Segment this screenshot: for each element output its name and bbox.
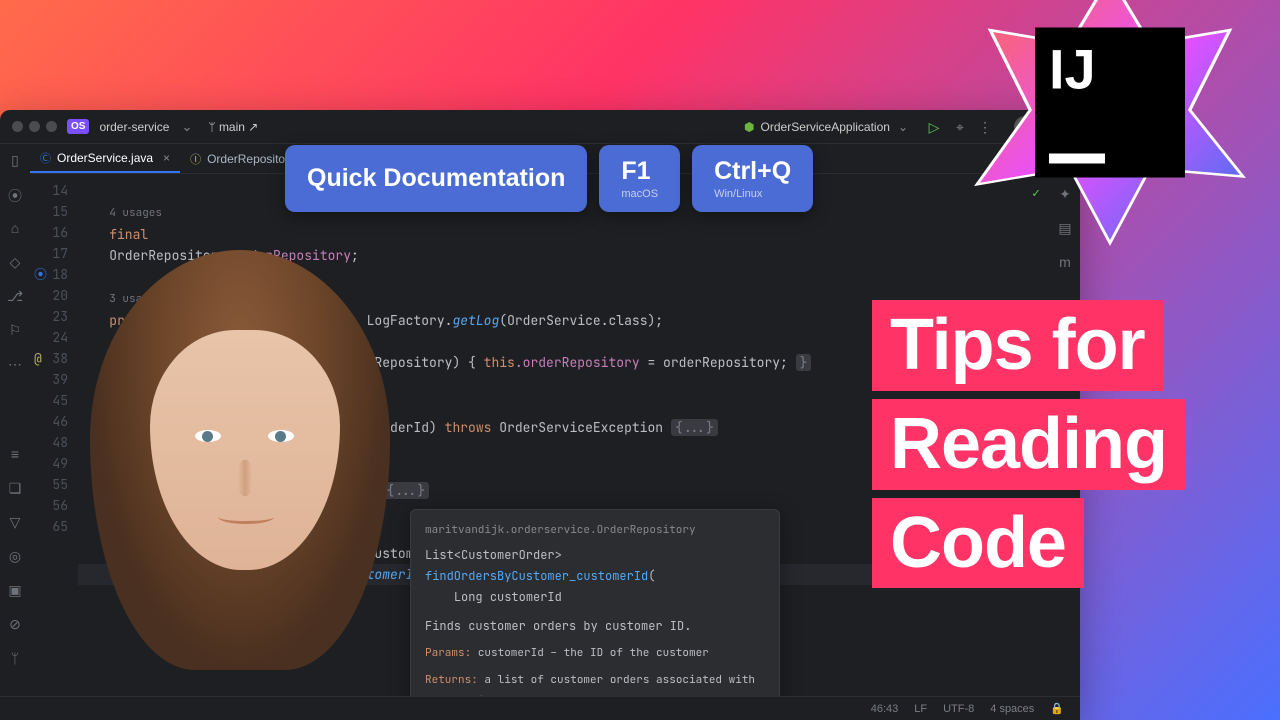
chevron-down-icon[interactable]: ⌄ — [181, 119, 192, 135]
shortcut-mac-label: macOS — [621, 188, 658, 200]
doc-package: maritvandijk.orderservice.OrderRepositor… — [425, 520, 765, 541]
intellij-logo-bar — [1049, 154, 1105, 164]
project-tool-icon[interactable]: ▯ — [7, 152, 23, 168]
readonly-lock-icon[interactable]: 🔒 — [1050, 702, 1064, 715]
window-close-icon[interactable] — [12, 121, 23, 132]
doc-returns-label: Returns: a list of customer orders assoc… — [425, 670, 765, 696]
window-max-icon[interactable] — [46, 121, 57, 132]
run-config-selector[interactable]: ⬢ OrderServiceApplication ⌄ — [736, 117, 916, 137]
services-tool-icon[interactable]: ◎ — [7, 548, 23, 564]
quick-doc-popup[interactable]: maritvandijk.orderservice.OrderRepositor… — [410, 509, 780, 696]
git-branch-name: main — [219, 120, 245, 134]
maven-tool-icon[interactable]: m — [1057, 254, 1073, 270]
project-badge: OS — [67, 119, 89, 134]
title-line-1: Tips for — [872, 300, 1163, 391]
line-separator[interactable]: LF — [914, 703, 927, 715]
more-tool-icon[interactable]: ⋯ — [7, 356, 23, 372]
run-button[interactable]: ▷ — [926, 119, 942, 135]
indent-setting[interactable]: 4 spaces — [990, 703, 1034, 715]
intellij-badge: IJ — [980, 0, 1240, 240]
left-tool-rail: ▯ ⦿ ⌂ ◇ ⎇ ⚐ ⋯ ≡ ❏ ▽ ◎ ▣ ⊘ ᛘ — [0, 144, 30, 696]
window-controls[interactable] — [12, 121, 57, 132]
run-config-label: OrderServiceApplication — [761, 120, 890, 134]
doc-description: Finds customer orders by customer ID. — [425, 616, 765, 637]
shortcut-win-card: Ctrl+Q Win/Linux — [692, 145, 813, 212]
chevron-down-icon: ⌄ — [898, 120, 908, 134]
doc-params-label: Params: customerId – the ID of the custo… — [425, 643, 765, 664]
gutter-override-icon[interactable]: @ — [34, 348, 42, 369]
title-line-2: Reading — [872, 399, 1185, 490]
shortcut-title: Quick Documentation — [307, 164, 565, 193]
debug-button[interactable]: ⌖ — [952, 119, 968, 135]
shortcut-callout: Quick Documentation F1 macOS Ctrl+Q Win/… — [285, 145, 813, 212]
git-tool-icon[interactable]: ᛘ — [7, 650, 23, 666]
shortcut-win-label: Win/Linux — [714, 188, 791, 200]
java-interface-icon: Ⓘ — [190, 151, 201, 167]
tab-orderservice[interactable]: Ⓒ OrderService.java × — [30, 144, 180, 173]
structure-tool-icon[interactable]: ⌂ — [7, 220, 23, 236]
learn-tool-icon[interactable]: ◇ — [7, 254, 23, 270]
tab-label: OrderService.java — [57, 151, 153, 165]
shortcut-mac-key: F1 — [621, 157, 658, 186]
intellij-logo-text: IJ — [1049, 42, 1171, 98]
file-encoding[interactable]: UTF-8 — [943, 703, 974, 715]
window-min-icon[interactable] — [29, 121, 40, 132]
shortcut-mac-card: F1 macOS — [599, 145, 680, 212]
problems-tool-icon[interactable]: ⊘ — [7, 616, 23, 632]
commit-tool-icon[interactable]: ⦿ — [7, 186, 23, 202]
shortcut-win-key: Ctrl+Q — [714, 157, 791, 186]
caret-position[interactable]: 46:43 — [871, 703, 899, 715]
layers-tool-icon[interactable]: ❏ — [7, 480, 23, 496]
gutter-run-icon[interactable]: ⦿ — [34, 264, 47, 285]
video-title: Tips for Reading Code — [872, 300, 1185, 588]
build-tool-icon[interactable]: ▽ — [7, 514, 23, 530]
ide-topbar: OS order-service ⌄ ᛘ main ↗ ⬢ OrderServi… — [0, 110, 1080, 144]
title-line-3: Code — [872, 498, 1084, 589]
vcs-tool-icon[interactable]: ⎇ — [7, 288, 23, 304]
close-icon[interactable]: × — [163, 151, 170, 165]
tool-icon[interactable]: ≡ — [7, 446, 23, 462]
doc-signature: List<CustomerOrder> findOrdersByCustomer… — [425, 545, 765, 608]
git-branch[interactable]: ᛘ main ↗ — [208, 120, 258, 134]
project-name[interactable]: order-service — [99, 120, 169, 134]
terminal-tool-icon[interactable]: ▣ — [7, 582, 23, 598]
intellij-logo: IJ — [1035, 28, 1185, 178]
spring-icon: ⬢ — [744, 120, 754, 134]
shortcut-title-card: Quick Documentation — [285, 145, 587, 212]
presenter-photo — [50, 230, 450, 720]
java-class-icon: Ⓒ — [40, 150, 51, 166]
bookmarks-tool-icon[interactable]: ⚐ — [7, 322, 23, 338]
